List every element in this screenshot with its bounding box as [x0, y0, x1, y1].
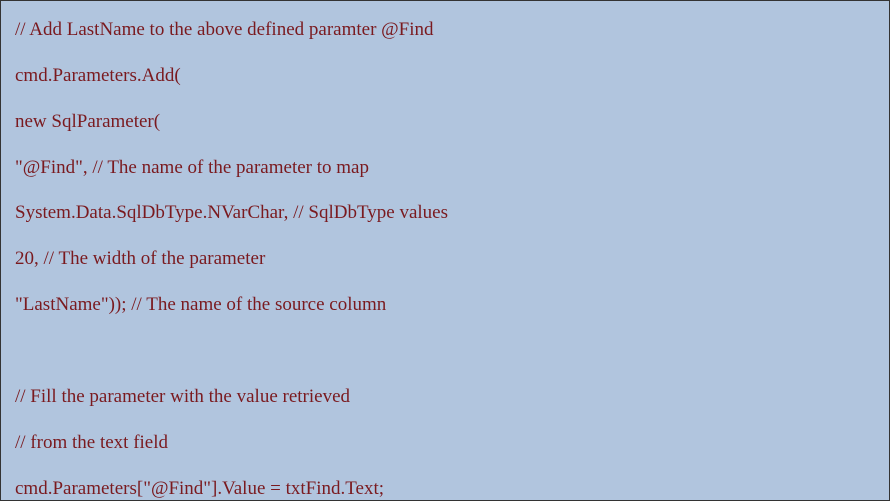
- code-line: cmd.Parameters.Add(: [15, 65, 875, 87]
- code-line: cmd.Parameters["@Find"].Value = txtFind.…: [15, 478, 875, 500]
- blank-line: [15, 340, 875, 362]
- code-line: System.Data.SqlDbType.NVarChar, // SqlDb…: [15, 202, 875, 224]
- code-line: // Fill the parameter with the value ret…: [15, 386, 875, 408]
- code-line: new SqlParameter(: [15, 111, 875, 133]
- code-line: // from the text field: [15, 432, 875, 454]
- code-line: // Add LastName to the above defined par…: [15, 19, 875, 41]
- code-line: 20, // The width of the parameter: [15, 248, 875, 270]
- code-snippet: // Add LastName to the above defined par…: [0, 0, 890, 501]
- code-line: "@Find", // The name of the parameter to…: [15, 157, 875, 179]
- code-line: "LastName")); // The name of the source …: [15, 294, 875, 316]
